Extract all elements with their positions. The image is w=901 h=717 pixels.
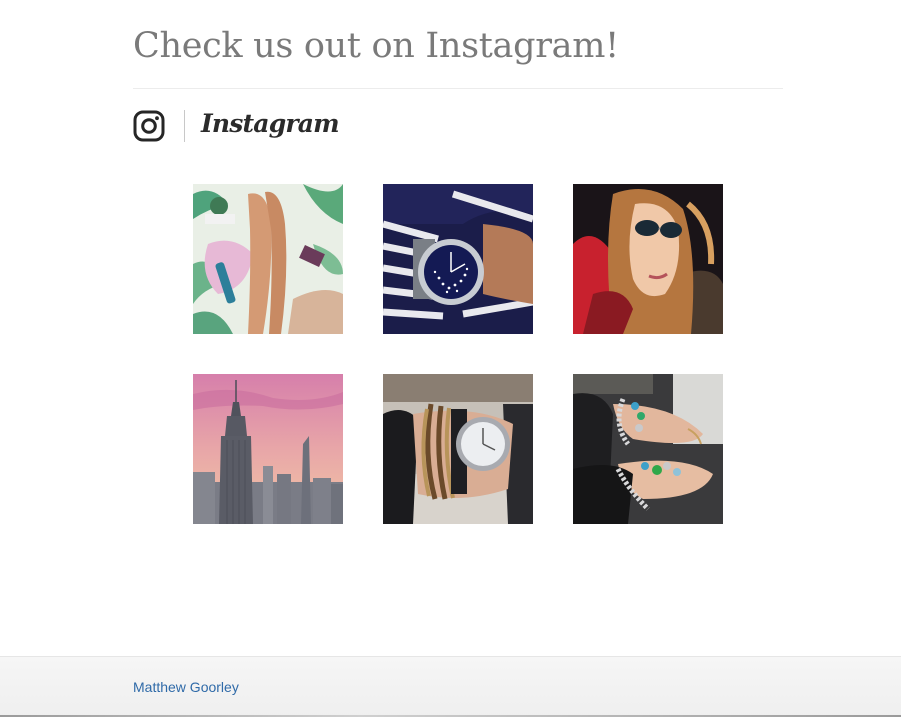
brand-separator [184, 110, 185, 142]
title-divider [133, 88, 783, 89]
instagram-post-3[interactable] [573, 184, 723, 334]
instagram-post-2[interactable] [383, 184, 533, 334]
watch-bracelets-photo [383, 374, 533, 524]
page: Check us out on Instagram! Instagram Mat… [0, 0, 901, 717]
sparkle-watch-photo [383, 184, 533, 334]
beach-flatlay-photo [193, 184, 343, 334]
instagram-post-1[interactable] [193, 184, 343, 334]
instagram-post-4[interactable] [193, 374, 343, 524]
instagram-camera-icon [133, 110, 165, 142]
instagram-wordmark: Instagram [201, 108, 340, 138]
empire-state-skyline-photo [193, 374, 343, 524]
instagram-brand-link[interactable]: Instagram [133, 108, 340, 144]
instagram-feed-grid [193, 184, 723, 524]
selfie-sunglasses-photo [573, 184, 723, 334]
instagram-post-6[interactable] [573, 374, 723, 524]
footer-author-link[interactable]: Matthew Goorley [133, 679, 239, 695]
charm-bracelets-photo [573, 374, 723, 524]
page-title: Check us out on Instagram! [133, 26, 619, 66]
instagram-post-5[interactable] [383, 374, 533, 524]
site-footer: Matthew Goorley [0, 656, 901, 717]
